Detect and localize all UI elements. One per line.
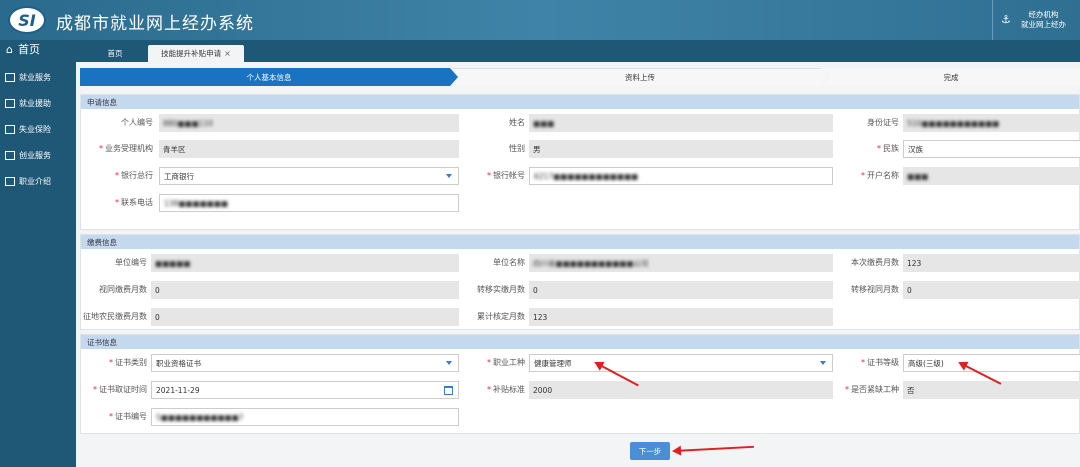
unit-name-field: 四川省■■■■■■■■■■■公司 bbox=[529, 254, 833, 272]
sidebar-item-label: 失业保险 bbox=[19, 124, 51, 134]
panel-title: 缴费信息 bbox=[81, 235, 1079, 249]
sidebar-home-label: 首页 bbox=[17, 43, 40, 56]
deemed-field: 0 bbox=[151, 281, 459, 299]
job-label: * 职业工种 bbox=[487, 358, 525, 367]
phone-label: * 联系电话 bbox=[115, 198, 153, 207]
name-label: 姓名 bbox=[509, 118, 525, 127]
subsidy-field: 2000 bbox=[529, 381, 833, 399]
total-field: 123 bbox=[529, 308, 833, 326]
document-icon bbox=[5, 72, 15, 82]
cert-date-input[interactable]: 2021-11-29 bbox=[151, 381, 459, 399]
app-header: SI 成都市就业网上经办系统 ⚓ 经办机构 就业网上经办 bbox=[0, 0, 1080, 40]
next-button[interactable]: 下一步 bbox=[630, 442, 670, 460]
subsidy-label: * 补贴标准 bbox=[487, 385, 525, 394]
sidebar-item-employment-service[interactable]: 就业服务 bbox=[0, 64, 76, 90]
bank-label: * 银行总行 bbox=[115, 171, 153, 180]
card-icon bbox=[5, 98, 15, 108]
gender-label: 性别 bbox=[509, 144, 525, 153]
transfer-deemed-field: 0 bbox=[903, 281, 1080, 299]
home-icon: ⌂ bbox=[6, 42, 13, 56]
sidebar-item-label: 创业服务 bbox=[19, 150, 51, 160]
name-field: ■■■ bbox=[529, 114, 833, 132]
personal-no-label: 个人编号 bbox=[121, 118, 153, 127]
months-field: 123 bbox=[903, 254, 1080, 272]
unit-name-label: 单位名称 bbox=[493, 258, 525, 267]
cert-no-input[interactable]: 5■■■■■■■■■■■7 bbox=[151, 408, 459, 426]
sidebar-item-startup-service[interactable]: 创业服务 bbox=[0, 142, 76, 168]
account-label: * 银行帐号 bbox=[487, 171, 525, 180]
tab-skill-subsidy[interactable]: 技能提升补贴申请 × bbox=[148, 45, 244, 62]
sidebar-item-employment-aid[interactable]: 就业援助 bbox=[0, 90, 76, 116]
account-input[interactable]: 6217■■■■■■■■■■■■ bbox=[529, 167, 833, 185]
transfer-field: 0 bbox=[529, 281, 833, 299]
user-icon: ⚓ bbox=[1001, 13, 1011, 26]
tab-home[interactable]: 首页 bbox=[96, 45, 134, 62]
agency-label: * 业务受理机构 bbox=[99, 144, 153, 153]
shortage-label: * 是否紧缺工种 bbox=[845, 385, 899, 394]
close-icon[interactable]: × bbox=[224, 49, 231, 58]
apply-info-panel: 申请信息 个人编号 880■■■110 姓名 ■■■ 身份证号 510■■■■■… bbox=[80, 94, 1080, 230]
level-select[interactable]: 高级(三级) bbox=[903, 354, 1080, 372]
sidebar-item-label: 就业服务 bbox=[19, 72, 51, 82]
agency-field: 青羊区 bbox=[159, 140, 459, 158]
sidebar-item-home[interactable]: ⌂ 首页 bbox=[0, 40, 76, 58]
panel-title: 申请信息 bbox=[81, 95, 1079, 109]
holder-field: ■■■ bbox=[903, 167, 1080, 185]
logo-icon: SI bbox=[8, 6, 46, 34]
step-personal-info: 个人基本信息 bbox=[80, 68, 458, 86]
ethnic-label: * 民族 bbox=[877, 144, 899, 153]
sidebar-item-label: 职业介绍 bbox=[19, 176, 51, 186]
job-select[interactable]: 健康管理师 bbox=[529, 354, 833, 372]
step-progress: 个人基本信息 资料上传 完成 bbox=[80, 68, 1080, 86]
sidebar: ⌂ 首页 就业服务 就业援助 失业保险 创业服务 职业介绍 bbox=[0, 40, 76, 467]
id-label: 身份证号 bbox=[867, 118, 899, 127]
cert-info-panel: 证书信息 * 证书类别 职业资格证书 * 职业工种 健康管理师 * 证书等级 高级(三… bbox=[80, 334, 1080, 434]
unit-no-label: 单位编号 bbox=[115, 258, 147, 267]
edit-icon bbox=[5, 150, 15, 160]
printer-icon bbox=[5, 176, 15, 186]
user-agency-type: 经办机构 bbox=[1028, 10, 1059, 19]
credit-card-icon bbox=[5, 124, 15, 134]
annotation-arrow-next bbox=[673, 445, 754, 452]
land-field: 0 bbox=[151, 308, 459, 326]
phone-input[interactable]: 138■■■■■■■ bbox=[159, 194, 459, 212]
level-label: * 证书等级 bbox=[861, 358, 899, 367]
user-menu[interactable]: ⚓ 经办机构 就业网上经办 bbox=[992, 0, 1080, 40]
ethnic-select[interactable]: 汉族 bbox=[903, 140, 1080, 158]
gender-field: 男 bbox=[529, 140, 833, 158]
sidebar-item-unemployment-insurance[interactable]: 失业保险 bbox=[0, 116, 76, 142]
cert-type-label: * 证书类别 bbox=[109, 358, 147, 367]
main-content: 个人基本信息 资料上传 完成 申请信息 个人编号 880■■■110 姓名 ■■… bbox=[76, 62, 1080, 467]
payment-info-panel: 缴费信息 单位编号 ■■■■■ 单位名称 四川省■■■■■■■■■■■公司 本次… bbox=[80, 234, 1080, 330]
tab-bar: 首页 技能提升补贴申请 × bbox=[76, 40, 1080, 62]
months-label: 本次缴费月数 bbox=[851, 258, 899, 267]
transfer-deemed-label: 转移视同月数 bbox=[851, 285, 899, 294]
cert-date-label: * 证书取证时间 bbox=[93, 385, 147, 394]
id-field: 510■■■■■■■■■■■ bbox=[903, 114, 1080, 132]
tab-label: 技能提升补贴申请 bbox=[161, 49, 222, 58]
deemed-label: 视同缴费月数 bbox=[99, 285, 147, 294]
holder-label: * 开户名称 bbox=[861, 171, 899, 180]
total-label: 累计核定月数 bbox=[477, 312, 525, 321]
sidebar-item-job-referral[interactable]: 职业介绍 bbox=[0, 168, 76, 194]
transfer-label: 转移实缴月数 bbox=[477, 285, 525, 294]
user-agency-name: 就业网上经办 bbox=[1021, 20, 1066, 29]
land-label: 征地农民缴费月数 bbox=[83, 312, 147, 321]
step-complete: 完成 bbox=[822, 68, 1080, 86]
app-title: 成都市就业网上经办系统 bbox=[56, 14, 254, 34]
chevron-down-icon bbox=[446, 174, 452, 178]
step-upload: 资料上传 bbox=[452, 68, 828, 86]
calendar-icon[interactable] bbox=[444, 386, 453, 395]
chevron-down-icon bbox=[820, 361, 826, 365]
chevron-down-icon bbox=[446, 361, 452, 365]
cert-no-label: * 证书编号 bbox=[109, 412, 147, 421]
unit-no-field: ■■■■■ bbox=[151, 254, 459, 272]
bank-select[interactable]: 工商银行 bbox=[159, 167, 459, 185]
panel-title: 证书信息 bbox=[81, 335, 1079, 349]
shortage-field: 否 bbox=[903, 381, 1080, 399]
cert-type-select[interactable]: 职业资格证书 bbox=[151, 354, 459, 372]
sidebar-item-label: 就业援助 bbox=[19, 98, 51, 108]
personal-no-field: 880■■■110 bbox=[159, 114, 459, 132]
